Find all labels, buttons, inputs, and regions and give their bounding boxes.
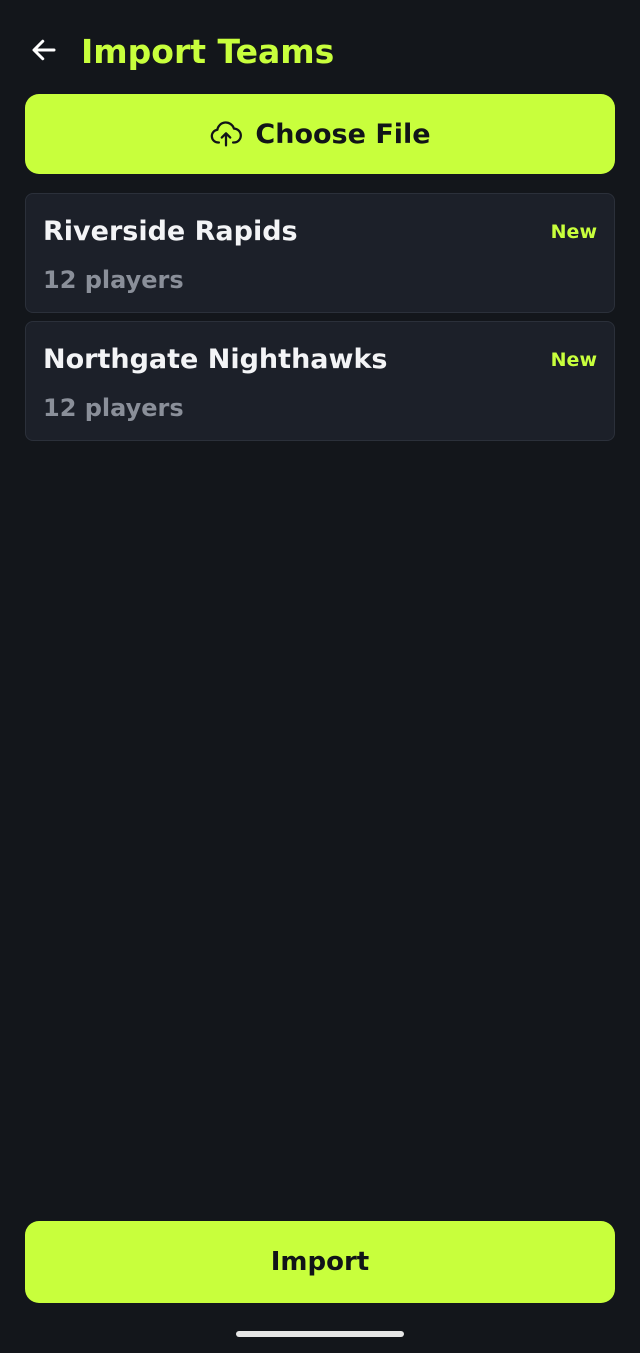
back-button[interactable]: [24, 30, 64, 70]
cloud-upload-icon: [209, 117, 243, 151]
arrow-left-icon: [32, 39, 56, 61]
choose-file-label: Choose File: [255, 118, 431, 150]
import-button-label: Import: [270, 1247, 370, 1277]
team-name: Northgate Nighthawks: [43, 344, 388, 375]
header: Import Teams: [0, 0, 640, 90]
team-card[interactable]: Riverside Rapids 12 players New: [25, 193, 615, 313]
team-name: Riverside Rapids: [43, 216, 298, 247]
team-card[interactable]: Northgate Nighthawks 12 players New: [25, 321, 615, 441]
team-player-count: 12 players: [43, 394, 184, 422]
choose-file-button[interactable]: Choose File: [25, 94, 615, 174]
page-title: Import Teams: [81, 32, 335, 71]
home-indicator: [236, 1331, 404, 1337]
import-button[interactable]: Import: [25, 1221, 615, 1303]
team-list: Riverside Rapids 12 players New Northgat…: [25, 193, 615, 449]
new-badge: New: [550, 349, 597, 371]
new-badge: New: [550, 221, 597, 243]
team-player-count: 12 players: [43, 266, 184, 294]
